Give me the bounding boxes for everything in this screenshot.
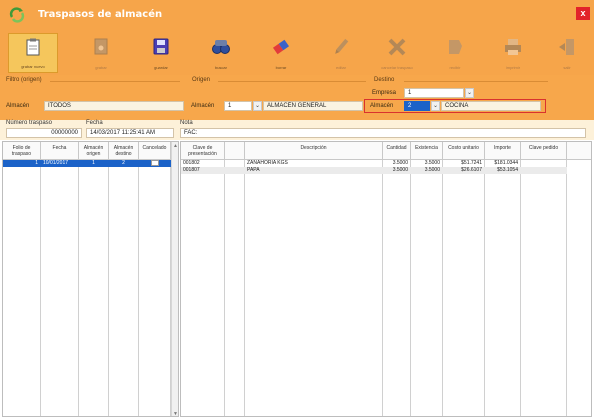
exit-door-icon	[559, 39, 574, 55]
table-row[interactable]: 001802 ZANAHORIA KGS 3.5000 3.5000 $51.7…	[181, 160, 567, 167]
divider	[218, 81, 366, 82]
nota-field[interactable]: FAC:	[180, 128, 586, 138]
search-binoculars-icon	[212, 40, 230, 54]
grabar-button[interactable]: grabar	[76, 33, 126, 73]
destino-almacen-num[interactable]: 2	[404, 101, 430, 111]
empresa-field[interactable]: 1	[404, 88, 464, 98]
salir-button[interactable]: salir	[542, 33, 592, 73]
column-header	[567, 142, 591, 160]
nuevo-button[interactable]: grabar nuevo	[8, 33, 58, 73]
printer-icon	[505, 39, 521, 55]
column-header[interactable]: Almacén origen	[79, 142, 109, 160]
cancelado-checkbox[interactable]	[151, 160, 159, 166]
column-header[interactable]: Descripción	[245, 142, 383, 160]
cancelar-button[interactable]: cancelar traspaso	[370, 33, 424, 73]
eraser-icon	[272, 39, 290, 55]
nota-label: Nota	[180, 120, 193, 126]
filters-panel: Filtro (origen) Almacén ITODOS Origen Al…	[0, 75, 594, 120]
origen-almacen-num[interactable]: 1	[224, 101, 252, 111]
numero-traspaso-label: Número traspaso	[6, 120, 53, 126]
editar-button[interactable]: editar	[316, 33, 366, 73]
title-bar: Traspasos de almacén x	[0, 0, 594, 30]
column-header[interactable]: Cantidad	[383, 142, 411, 160]
scrollbar[interactable]: ▲ ▼	[171, 142, 178, 416]
toolbar: grabar nuevo grabar guardar buscar borra…	[0, 30, 594, 75]
pencil-icon	[335, 38, 349, 54]
info-row: Número traspaso 00000000 Fecha 14/03/201…	[0, 120, 594, 140]
filtro-group-label: Filtro (origen)	[6, 77, 42, 83]
column-header[interactable]: Fecha	[41, 142, 79, 160]
column-header[interactable]: Importe	[485, 142, 521, 160]
divider	[50, 81, 180, 82]
buscar-button[interactable]: buscar	[196, 33, 246, 73]
column-header[interactable]: Clave pedido	[521, 142, 567, 160]
fecha-label: Fecha	[86, 120, 103, 126]
guardar-button[interactable]: guardar	[136, 33, 186, 73]
column-header[interactable]: Cancelado	[139, 142, 171, 160]
recibir-button[interactable]: recibir	[430, 33, 480, 73]
empresa-label: Empresa	[372, 90, 397, 96]
divider	[404, 81, 548, 82]
filtro-almacen-field[interactable]: ITODOS	[44, 101, 184, 111]
window-title: Traspasos de almacén	[38, 9, 163, 20]
column-header[interactable]: Costo unitario	[443, 142, 485, 160]
column-header[interactable]: Existencia	[411, 142, 443, 160]
detalle-grid[interactable]: Clave de presentación Descripción Cantid…	[180, 141, 592, 417]
receive-icon	[449, 40, 462, 54]
origen-almacen-name: ALMACÉN GENERAL	[263, 101, 363, 111]
cancel-x-icon	[388, 38, 406, 56]
scroll-up-icon[interactable]: ▲	[172, 142, 178, 150]
traspasos-grid[interactable]: Folio de traspaso Fecha Almacén origen A…	[2, 141, 179, 417]
borrar-button[interactable]: borrar	[256, 33, 306, 73]
fecha-field[interactable]: 14/03/2017 11:25:41 AM	[86, 128, 174, 138]
column-header[interactable]: Folio de traspaso	[3, 142, 41, 160]
chevron-down-icon[interactable]: ⌄	[253, 101, 262, 111]
origen-group-label: Origen	[192, 77, 211, 83]
chevron-down-icon[interactable]: ⌄	[465, 88, 474, 98]
column-header[interactable]: Almacén destino	[109, 142, 139, 160]
save-icon	[94, 38, 108, 55]
destino-group-label: Destino	[374, 77, 395, 83]
table-row[interactable]: 001807 PAPA 3.5000 3.5000 $26.6107 $53.1…	[181, 167, 567, 174]
app-logo-icon	[9, 7, 25, 23]
destino-almacen-name: COCINA	[441, 101, 541, 111]
chevron-down-icon[interactable]: ⌄	[431, 101, 440, 111]
scroll-down-icon[interactable]: ▼	[172, 410, 178, 416]
column-header	[225, 142, 245, 160]
filtro-almacen-label: Almacén	[6, 103, 30, 109]
numero-traspaso-field[interactable]: 00000000	[6, 128, 82, 138]
column-header[interactable]: Clave de presentación	[181, 142, 225, 160]
close-button[interactable]: x	[576, 7, 590, 20]
new-document-icon	[26, 38, 40, 56]
save-icon	[153, 38, 169, 55]
imprimir-button[interactable]: imprimir	[488, 33, 538, 73]
origen-almacen-label: Almacén	[191, 103, 215, 109]
table-row[interactable]: 1 10/01/2017 1 2	[3, 160, 171, 167]
destino-almacen-label: Almacén	[370, 103, 394, 109]
